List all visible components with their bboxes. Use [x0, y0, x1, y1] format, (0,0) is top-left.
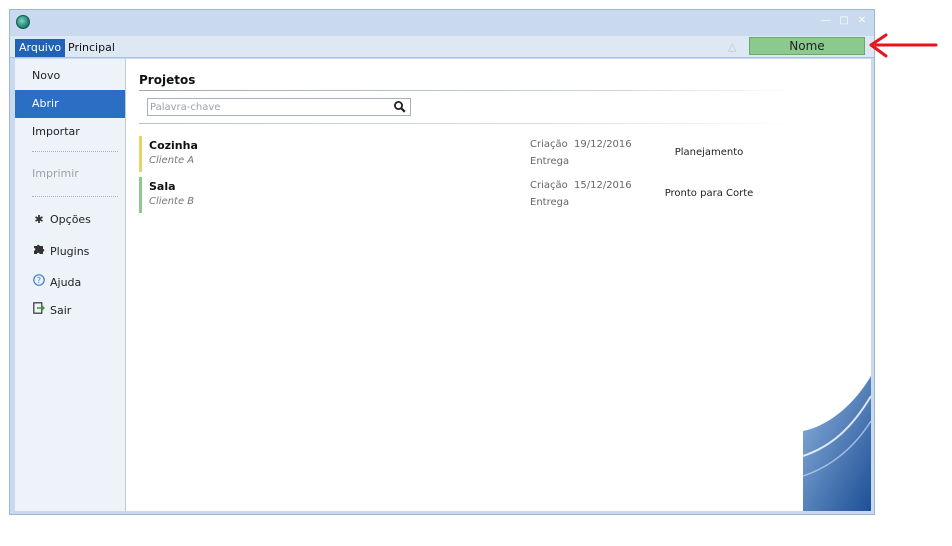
divider: [32, 151, 118, 152]
project-status: Pronto para Corte: [664, 188, 754, 199]
tab-principal[interactable]: Principal: [68, 39, 115, 57]
sidebar-item-ajuda[interactable]: ? Ajuda: [15, 269, 125, 297]
project-client: Cliente A: [149, 155, 195, 166]
created-date: 15/12/2016: [574, 180, 632, 191]
annotation-arrow-icon: [869, 33, 938, 58]
tab-arquivo[interactable]: Arquivo: [15, 39, 66, 57]
projects-panel: Projetos Cozinha Cliente A Criação 19/12…: [126, 59, 871, 511]
created-label: Criação: [530, 180, 568, 191]
sidebar-item-label: Plugins: [50, 245, 90, 258]
sidebar-item-label: Opções: [50, 213, 91, 226]
sidebar-item-label: Ajuda: [50, 276, 82, 289]
sidebar-item-imprimir: Imprimir: [15, 160, 125, 188]
delivery-label: Entrega: [530, 156, 570, 167]
question-circle-icon: ?: [32, 269, 46, 297]
collapse-ribbon-icon[interactable]: △: [728, 40, 736, 53]
sidebar-item-label: Abrir: [32, 97, 59, 110]
sidebar-item-novo[interactable]: Novo: [15, 62, 125, 90]
project-name: Cozinha: [149, 139, 198, 152]
page-title: Projetos: [139, 73, 196, 87]
project-name: Sala: [149, 180, 176, 193]
title-bar: — □ ✕: [10, 10, 874, 36]
window-controls: — □ ✕: [820, 15, 868, 27]
puzzle-icon: [32, 238, 46, 266]
sidebar-item-sair[interactable]: Sair: [15, 297, 125, 325]
divider: [139, 123, 797, 124]
status-color-bar: [139, 136, 142, 172]
project-client: Cliente B: [149, 196, 195, 207]
ribbon-bar: Arquivo Principal △ Nome: [10, 36, 874, 58]
sidebar-item-label: Importar: [32, 125, 80, 138]
decorative-swoosh: [803, 376, 871, 511]
sidebar-item-importar[interactable]: Importar: [15, 118, 125, 146]
search-box: [147, 98, 411, 116]
svg-text:?: ?: [37, 276, 41, 285]
sidebar-item-plugins[interactable]: Plugins: [15, 238, 125, 266]
close-icon[interactable]: ✕: [856, 15, 868, 27]
sidebar-item-abrir[interactable]: Abrir: [15, 90, 135, 118]
list-item[interactable]: Cozinha Cliente A Criação 19/12/2016 Ent…: [139, 136, 799, 172]
divider: [139, 90, 797, 91]
sidebar-item-label: Imprimir: [32, 167, 79, 180]
backstage-sidebar: Novo Abrir Importar Imprimir ✱ Opções Plu…: [15, 59, 135, 511]
search-icon[interactable]: [393, 100, 407, 114]
app-logo-icon[interactable]: [16, 15, 30, 29]
sidebar-item-label: Novo: [32, 69, 61, 82]
sidebar-item-opcoes[interactable]: ✱ Opções: [15, 206, 125, 234]
search-input[interactable]: [150, 99, 390, 115]
user-name-button[interactable]: Nome: [749, 37, 865, 55]
project-status: Planejamento: [674, 147, 744, 158]
delivery-label: Entrega: [530, 197, 570, 208]
created-label: Criação: [530, 139, 568, 150]
exit-door-icon: [32, 297, 46, 325]
status-color-bar: [139, 177, 142, 213]
app-window: — □ ✕ Arquivo Principal △ Nome Novo Abri…: [9, 9, 875, 515]
divider: [32, 196, 118, 197]
minimize-icon[interactable]: —: [820, 15, 832, 27]
created-date: 19/12/2016: [574, 139, 632, 150]
maximize-icon[interactable]: □: [838, 15, 850, 27]
sidebar-item-label: Sair: [50, 304, 72, 317]
gear-icon: ✱: [34, 213, 44, 226]
list-item[interactable]: Sala Cliente B Criação 15/12/2016 Entreg…: [139, 177, 799, 213]
